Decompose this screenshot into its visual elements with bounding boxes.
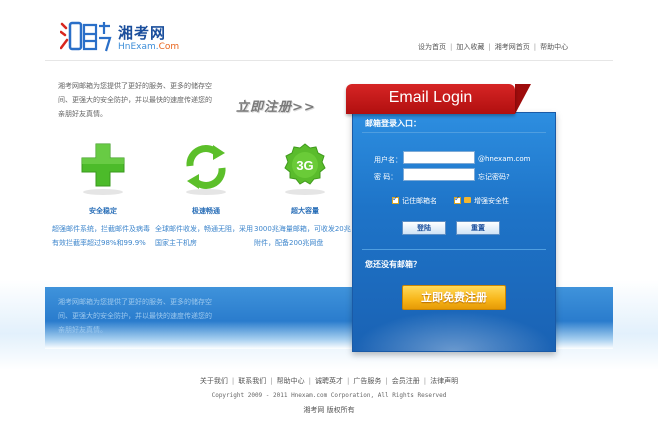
logo-domain: HnExam.Com — [118, 42, 180, 52]
password-label: 密 码： — [374, 173, 398, 181]
logo-title: 湘考网 — [118, 24, 167, 42]
footer-help[interactable]: 帮助中心 — [277, 377, 305, 385]
feature-security: 安全稳定 超强邮件系统，拦截邮件及病毒有效拦截率超过98%和99.9% — [52, 140, 154, 250]
feature-capacity: 3G 超大容量 3000兆海量邮箱，可收发20兆附件，配备200兆网盘 — [254, 140, 356, 250]
domain-suffix: @hnexam.com — [478, 155, 531, 163]
3g-badge-icon: 3G — [284, 143, 326, 195]
logo-glyph-icon — [60, 21, 112, 52]
feature-title: 极速畅通 — [192, 207, 220, 215]
feature-desc: 超强邮件系统，拦截邮件及病毒有效拦截率超过98%和99.9% — [52, 225, 150, 247]
reset-button[interactable]: 重置 — [456, 221, 500, 235]
no-mailbox-prompt: 您还没有邮箱？ — [365, 260, 421, 269]
remember-label: 记住邮箱名 — [402, 197, 437, 205]
username-input[interactable] — [403, 151, 475, 164]
band-text: 湘考网邮箱为您提供了更好的服务、更多的储存空间、更强大的安全防护，并以最快的速度… — [58, 298, 212, 334]
footer-legal[interactable]: 法律声明 — [430, 377, 458, 385]
feature-speed: 极速畅通 全球邮件收发，畅通无阻，采用国家主干机房 — [155, 140, 257, 250]
secure-checkbox[interactable] — [454, 194, 461, 204]
header-divider — [45, 60, 613, 61]
login-heading: 邮箱登录入口： — [365, 119, 421, 128]
intro-text: 湘考网邮箱为您提供了更好的服务、更多的储存空间、更强大的安全防护，并以最快的速度… — [58, 82, 212, 118]
email-login-ribbon: Email Login — [346, 84, 515, 114]
footer-jobs[interactable]: 诚聘英才 — [315, 377, 343, 385]
lock-icon — [464, 197, 471, 203]
nav-set-homepage[interactable]: 设为首页 — [418, 43, 446, 51]
nav-hnexam-home[interactable]: 湘考网首页 — [495, 43, 530, 51]
refresh-icon — [186, 145, 226, 195]
ribbon-fold — [515, 84, 531, 114]
feature-desc: 全球邮件收发，畅通无阻，采用国家主干机房 — [155, 225, 253, 247]
login-panel — [352, 112, 556, 352]
nav-add-favorite[interactable]: 加入收藏 — [456, 43, 484, 51]
login-button[interactable]: 登陆 — [402, 221, 446, 235]
footer-ads[interactable]: 广告服务 — [353, 377, 381, 385]
password-input[interactable] — [403, 168, 475, 181]
panel-divider — [362, 132, 546, 133]
secure-label: 增强安全性 — [474, 197, 509, 205]
remember-checkbox[interactable] — [392, 194, 399, 204]
owner-text: 湘考网 版权所有 — [303, 406, 355, 414]
panel-divider — [362, 249, 546, 250]
copyright-text: Copyright 2009 - 2011 Hnexam.com Corpora… — [211, 392, 447, 399]
feature-title: 安全稳定 — [89, 207, 117, 215]
svg-text:3G: 3G — [296, 158, 313, 173]
username-label: 用户名： — [374, 156, 402, 164]
footer-contact[interactable]: 联系我们 — [238, 377, 266, 385]
ribbon-title: Email Login — [388, 89, 473, 106]
register-now-link[interactable]: 立即注册>> — [236, 96, 316, 115]
feature-desc: 3000兆海量邮箱，可收发20兆附件，配备200兆网盘 — [254, 225, 351, 247]
plus-icon — [81, 143, 125, 195]
footer-about[interactable]: 关于我们 — [200, 377, 228, 385]
nav-help-center[interactable]: 帮助中心 — [540, 43, 568, 51]
free-register-button[interactable]: 立即免费注册 — [402, 285, 506, 310]
top-nav: 设为首页 | 加入收藏 | 湘考网首页 | 帮助中心 — [418, 43, 569, 51]
footer-register[interactable]: 会员注册 — [392, 377, 420, 385]
forgot-password-link[interactable]: 忘记密码? — [478, 172, 510, 182]
footer-nav: 关于我们 | 联系我们 | 帮助中心 | 诚聘英才 | 广告服务 | 会员注册 | 法律声明 — [199, 377, 459, 385]
feature-title: 超大容量 — [291, 207, 319, 215]
site-logo[interactable]: 湘考网 HnExam.Com — [60, 18, 179, 58]
